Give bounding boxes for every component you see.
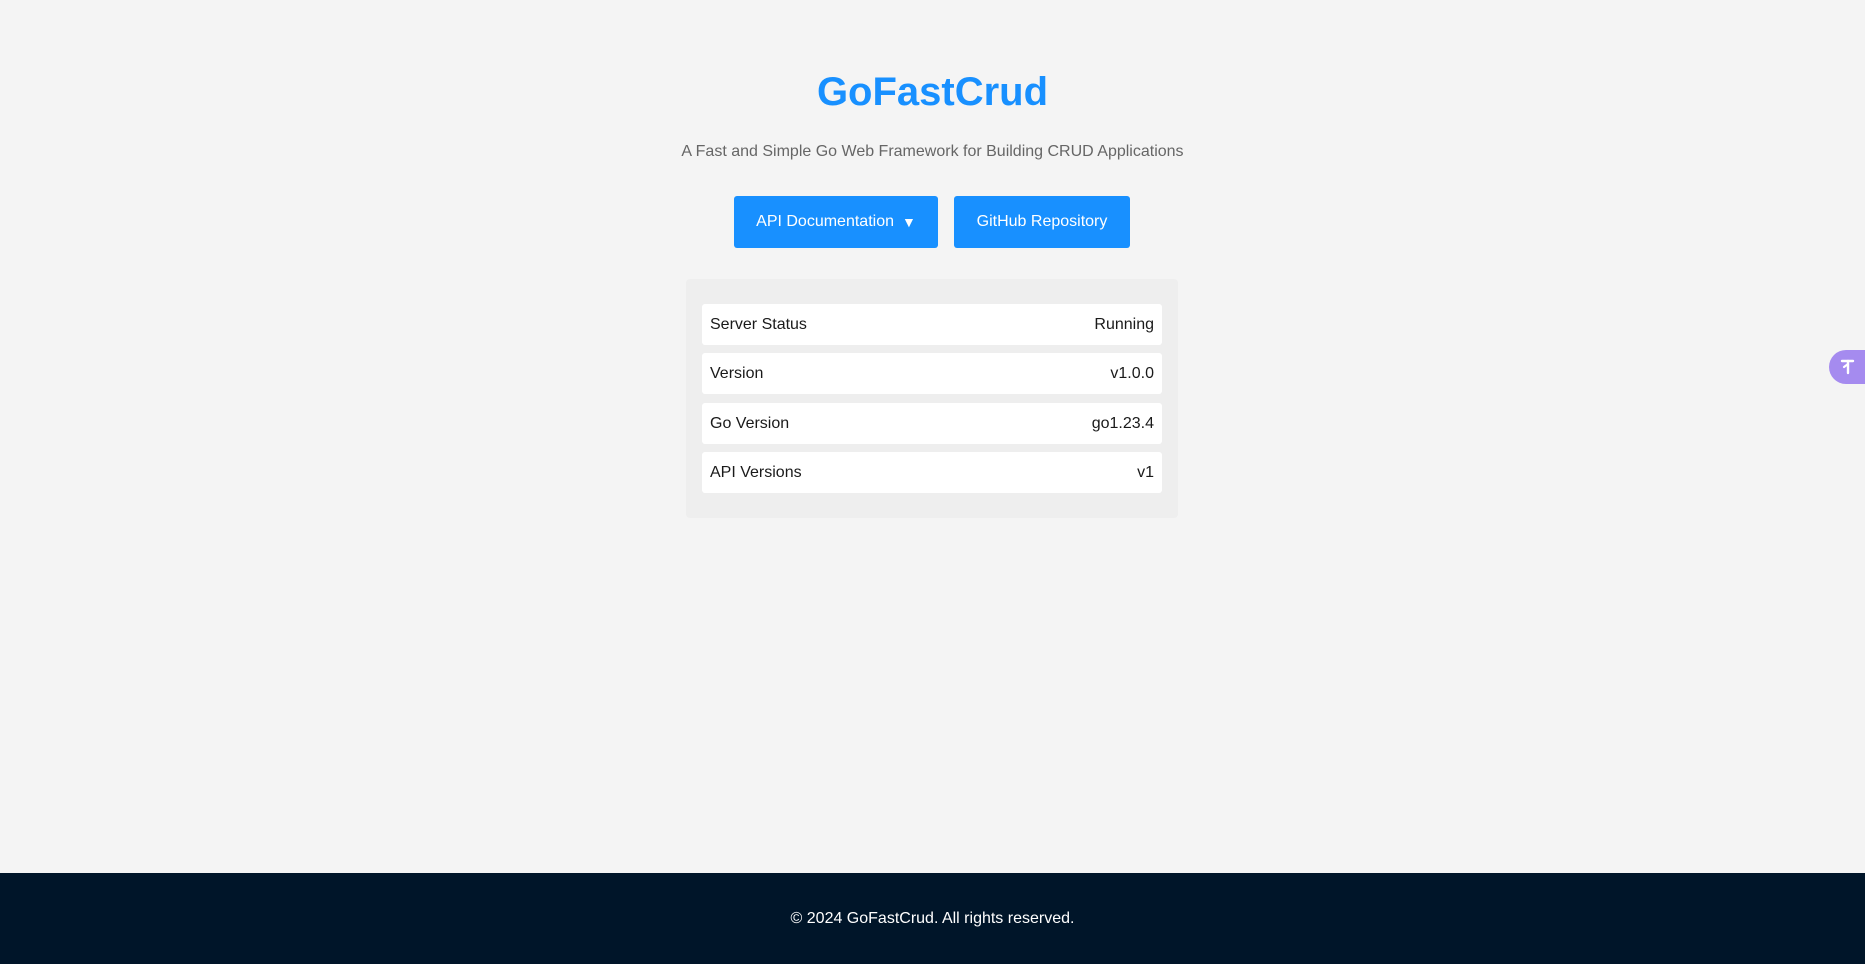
info-row-version: Version v1.0.0 — [702, 353, 1162, 394]
page-subtitle: A Fast and Simple Go Web Framework for B… — [681, 143, 1184, 160]
main-content: GoFastCrud A Fast and Simple Go Web Fram… — [0, 0, 1865, 873]
translate-icon — [1840, 359, 1855, 375]
translate-side-tab[interactable] — [1829, 350, 1865, 384]
info-row-server-status: Server Status Running — [702, 304, 1162, 345]
caret-down-icon: ▼ — [902, 214, 916, 230]
page-title: GoFastCrud — [816, 70, 1049, 114]
info-value: v1.0.0 — [1110, 364, 1154, 382]
info-label: API Versions — [710, 463, 802, 481]
info-label: Go Version — [710, 414, 790, 432]
api-documentation-label: API Documentation — [756, 213, 894, 230]
info-label: Version — [710, 364, 764, 382]
info-row-go-version: Go Version go1.23.4 — [702, 403, 1162, 444]
server-info-panel: Server Status Running Version v1.0.0 Go … — [686, 279, 1178, 518]
info-label: Server Status — [710, 315, 807, 333]
info-value: v1 — [1137, 463, 1154, 481]
footer: © 2024 GoFastCrud. All rights reserved. — [0, 873, 1865, 964]
info-row-api-versions: API Versions v1 — [702, 452, 1162, 493]
info-value: go1.23.4 — [1091, 414, 1154, 432]
footer-copyright: © 2024 GoFastCrud. All rights reserved. — [790, 909, 1075, 927]
api-documentation-button[interactable]: API Documentation ▼ — [734, 196, 938, 248]
github-repository-button[interactable]: GitHub Repository — [954, 196, 1130, 248]
info-value: Running — [1094, 315, 1154, 333]
github-repository-label: GitHub Repository — [976, 213, 1108, 230]
